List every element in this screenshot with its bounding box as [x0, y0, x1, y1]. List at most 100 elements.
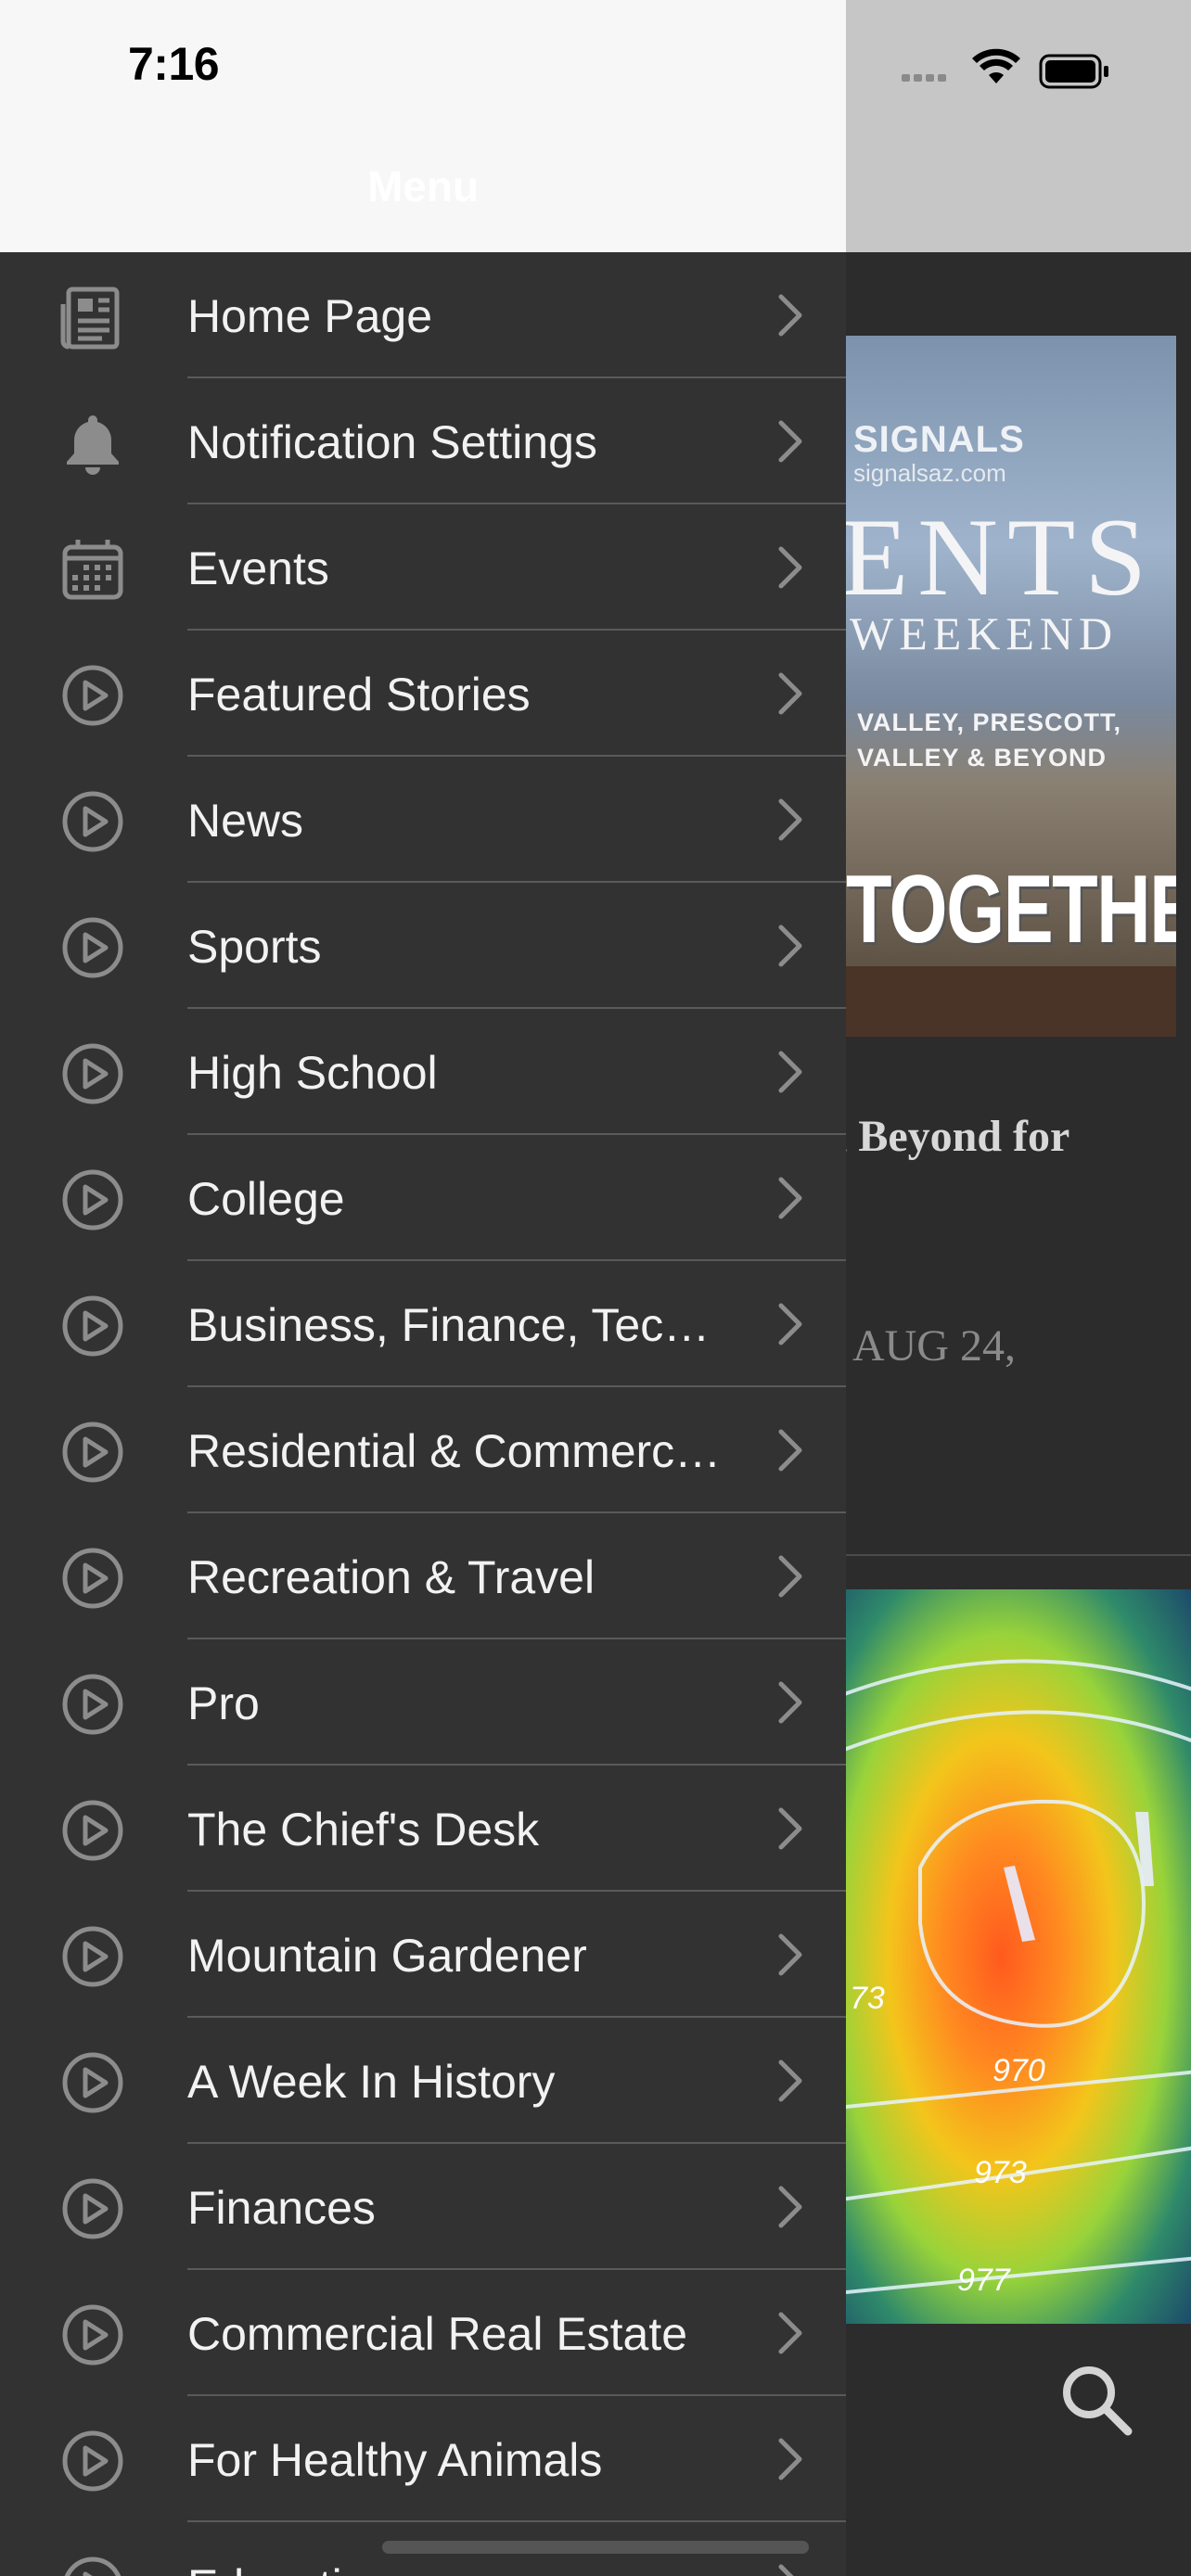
- menu-item-chiefs-desk[interactable]: The Chief's Desk: [0, 1766, 846, 1892]
- weather-label: 973: [974, 2155, 1027, 2190]
- chevron-right-icon: [772, 1174, 809, 1222]
- menu-item-label: Residential & Commerc…: [187, 1425, 722, 1477]
- menu-item-label: Sports: [187, 921, 322, 973]
- ad-banner[interactable]: SIGNALS signalsaz.com ENTS WEEKEND VALLE…: [846, 336, 1176, 1037]
- play-circle-icon: [59, 1545, 126, 1612]
- ad-location-1: VALLEY, PRESCOTT,: [857, 708, 1122, 736]
- article-headline[interactable]: l Beyond for: [835, 1111, 1069, 1162]
- chevron-right-icon: [772, 2435, 809, 2483]
- wifi-icon: [972, 48, 1020, 83]
- play-circle-icon: [59, 1797, 126, 1864]
- weather-label: 970: [992, 2053, 1045, 2088]
- menu-item-college[interactable]: College: [0, 1135, 846, 1261]
- menu-item-label: Featured Stories: [187, 669, 531, 721]
- play-circle-icon: [59, 1419, 126, 1486]
- chevron-right-icon: [772, 922, 809, 970]
- drawer-header: 7:16 Menu: [0, 0, 846, 252]
- weather-label: 977: [957, 2263, 1011, 2298]
- menu-item-label: Recreation & Travel: [187, 1551, 596, 1603]
- menu-item-finances[interactable]: Finances: [0, 2144, 846, 2270]
- article-divider: [846, 1554, 1191, 1556]
- play-circle-icon: [59, 1040, 126, 1107]
- play-circle-icon: [59, 1671, 126, 1738]
- chevron-right-icon: [772, 291, 809, 339]
- play-circle-icon: [59, 1293, 126, 1359]
- menu-item-high-school[interactable]: High School: [0, 1009, 846, 1135]
- menu-item-residential-commercial[interactable]: Residential & Commerc…: [0, 1387, 846, 1513]
- chevron-right-icon: [772, 1931, 809, 1979]
- menu-item-label: Mountain Gardener: [187, 1930, 587, 1982]
- chevron-right-icon: [772, 1426, 809, 1474]
- menu-item-recreation-travel[interactable]: Recreation & Travel: [0, 1513, 846, 1639]
- play-circle-icon: [59, 662, 126, 729]
- ad-subheadline: WEEKEND: [850, 607, 1119, 659]
- chevron-right-icon: [772, 2309, 809, 2357]
- newspaper-icon: [59, 284, 126, 351]
- menu-item-commercial-real-estate[interactable]: Commercial Real Estate: [0, 2270, 846, 2396]
- menu-item-label: High School: [187, 1047, 438, 1099]
- menu-item-healthy-animals[interactable]: For Healthy Animals: [0, 2396, 846, 2522]
- menu-item-news[interactable]: News: [0, 757, 846, 883]
- weather-label: 73: [850, 1981, 885, 2016]
- menu-item-pro[interactable]: Pro: [0, 1639, 846, 1766]
- ad-headline: ENTS: [846, 495, 1156, 618]
- menu-item-notification-settings[interactable]: Notification Settings: [0, 378, 846, 504]
- ad-location-2: VALLEY & BEYOND: [857, 744, 1108, 772]
- weather-map-image[interactable]: 73 970 973 977: [846, 1589, 1191, 2324]
- menu-item-label: Commercial Real Estate: [187, 2308, 688, 2360]
- play-circle-icon: [59, 1923, 126, 1990]
- menu-item-label: Educati…: [187, 2559, 744, 2576]
- play-circle-icon: [59, 2554, 126, 2576]
- menu-item-home-page[interactable]: Home Page: [0, 252, 846, 378]
- menu-item-label: Business, Finance, Tec…: [187, 1299, 711, 1351]
- status-icons: [900, 43, 1122, 93]
- side-menu-drawer: 7:16 Menu Home Page Notification Setting…: [0, 0, 846, 2576]
- menu-item-business-finance-tech[interactable]: Business, Finance, Tec…: [0, 1261, 846, 1387]
- menu-item-featured-stories[interactable]: Featured Stories: [0, 631, 846, 757]
- ad-domain: signalsaz.com: [853, 459, 1006, 487]
- menu-item-label: News: [187, 795, 304, 847]
- chevron-right-icon: [772, 543, 809, 592]
- menu-list: Home Page Notification Settings Events F…: [0, 252, 846, 2576]
- play-circle-icon: [59, 2302, 126, 2368]
- menu-item-week-in-history[interactable]: A Week In History: [0, 2018, 846, 2144]
- ad-ground: [846, 966, 1176, 1037]
- play-circle-icon: [59, 2049, 126, 2116]
- signal-icon: [902, 74, 946, 82]
- menu-item-label: College: [187, 1173, 345, 1225]
- chevron-right-icon: [772, 2183, 809, 2231]
- article-date: | AUG 24,: [835, 1321, 1016, 1371]
- status-time: 7:16: [128, 38, 220, 90]
- bell-icon: [59, 410, 126, 477]
- chevron-right-icon: [772, 417, 809, 465]
- play-circle-icon: [59, 2428, 126, 2494]
- home-indicator[interactable]: [382, 2541, 809, 2554]
- play-circle-icon: [59, 2175, 126, 2242]
- background-bottom-bar: [846, 2324, 1191, 2576]
- ad-slogan: TOGETHER!: [846, 856, 1176, 963]
- menu-item-mountain-gardener[interactable]: Mountain Gardener: [0, 1892, 846, 2018]
- menu-item-label: Notification Settings: [187, 416, 597, 468]
- menu-item-label: A Week In History: [187, 2056, 556, 2108]
- battery-icon: [1039, 54, 1108, 89]
- menu-title: Menu: [366, 162, 480, 210]
- search-icon[interactable]: [1057, 2361, 1135, 2439]
- ad-brand: SIGNALS: [853, 419, 1025, 460]
- menu-item-label: Pro: [187, 1677, 260, 1729]
- chevron-right-icon: [772, 2057, 809, 2105]
- play-circle-icon: [59, 1167, 126, 1233]
- chevron-right-icon: [772, 1300, 809, 1348]
- menu-item-label: Home Page: [187, 290, 433, 342]
- chevron-right-icon: [772, 1804, 809, 1853]
- menu-item-label: The Chief's Desk: [187, 1804, 540, 1855]
- menu-item-label: For Healthy Animals: [187, 2434, 603, 2486]
- chevron-right-icon: [772, 1552, 809, 1600]
- menu-item-sports[interactable]: Sports: [0, 883, 846, 1009]
- chevron-right-icon: [772, 670, 809, 718]
- chevron-right-icon: [772, 2561, 809, 2576]
- chevron-right-icon: [772, 1678, 809, 1727]
- chevron-right-icon: [772, 1048, 809, 1096]
- play-circle-icon: [59, 914, 126, 981]
- menu-item-label: Events: [187, 542, 329, 594]
- menu-item-events[interactable]: Events: [0, 504, 846, 631]
